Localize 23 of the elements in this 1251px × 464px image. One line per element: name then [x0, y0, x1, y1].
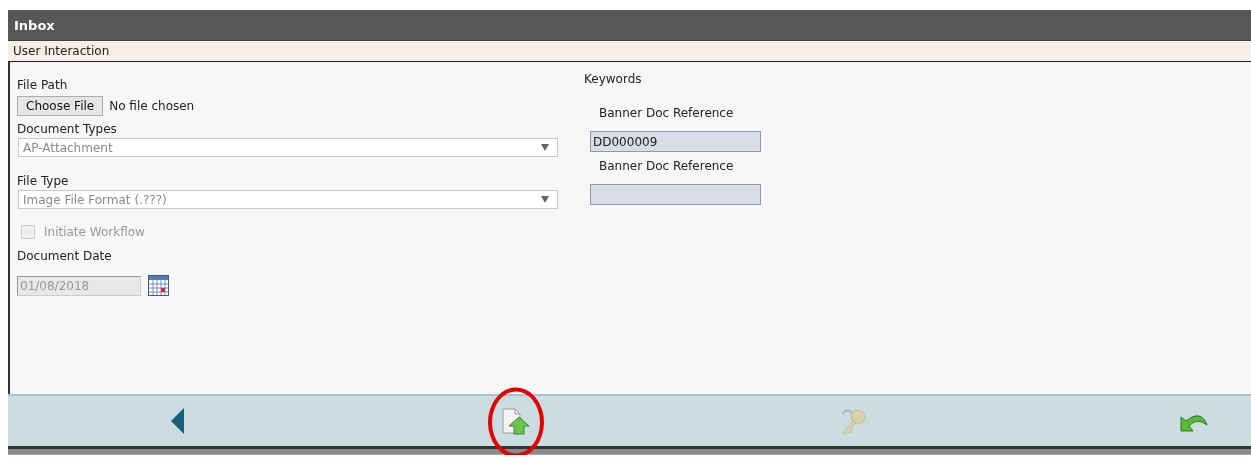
dropdown[interactable]: Image File Format (.???) — [18, 190, 558, 209]
field-label: Document Types — [17, 121, 118, 138]
calendar-icon[interactable] — [148, 275, 169, 296]
field-label: File Path — [17, 77, 69, 94]
field-label: Banner Doc Reference — [599, 106, 735, 122]
field-label: File Type — [17, 173, 70, 190]
window-title: Inbox — [8, 10, 1251, 41]
file-status: No file chosen — [109, 99, 195, 113]
field-label: Banner Doc Reference — [599, 159, 735, 175]
input-field[interactable]: DD000009 — [590, 131, 761, 152]
key-icon — [839, 406, 869, 436]
dropdown-caret-icon — [541, 144, 549, 151]
field-label: Document Date — [17, 248, 113, 265]
back-button[interactable] — [169, 406, 187, 436]
dropdown[interactable]: AP-Attachment — [18, 138, 558, 157]
back-arrow-icon — [171, 408, 185, 434]
input-field[interactable] — [590, 184, 761, 205]
keywords-heading: Keywords — [584, 72, 643, 88]
checkbox-label: Initiate Workflow — [44, 225, 145, 239]
dropdown-caret-icon — [541, 196, 549, 203]
section-title: User Interaction — [8, 41, 1251, 62]
choose-file-button[interactable]: Choose File — [17, 96, 104, 116]
file-upload-icon — [501, 405, 531, 437]
